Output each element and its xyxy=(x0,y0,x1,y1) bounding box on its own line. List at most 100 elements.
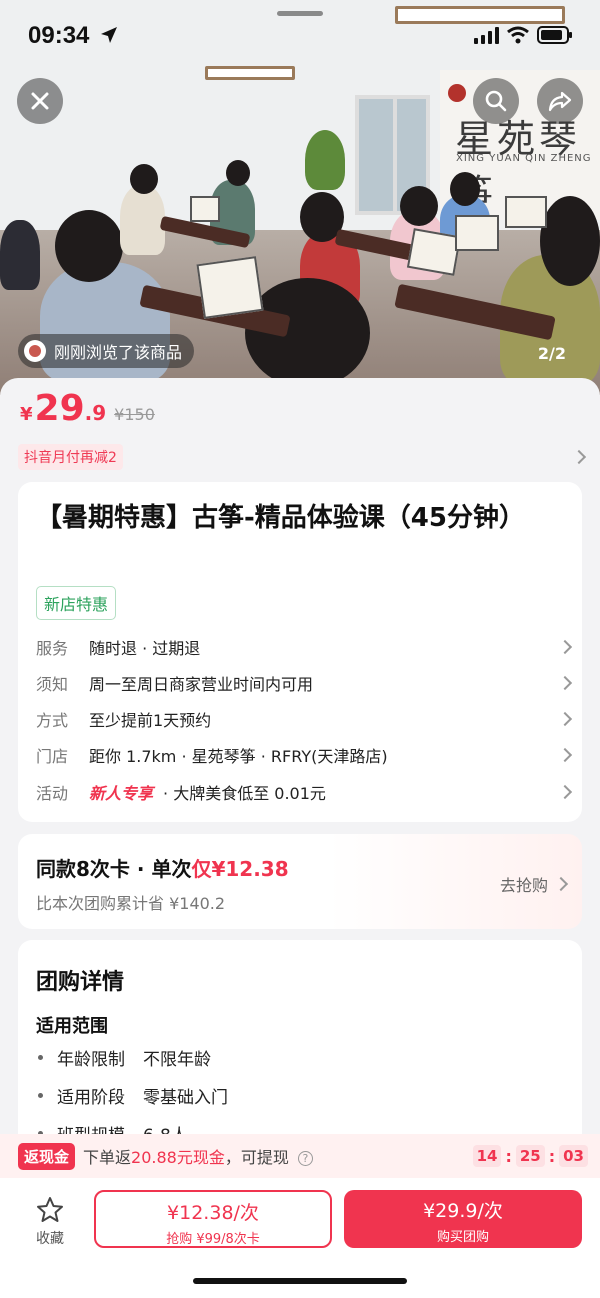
product-info-card: 【暑期特惠】古筝-精品体验课（45分钟） 新店特惠 服务 随时退 · 过期退 须… xyxy=(18,482,582,822)
info-key: 方式 xyxy=(36,711,69,730)
close-icon xyxy=(31,92,49,110)
info-row-store[interactable]: 门店 距你 1.7km · 星苑琴筝 · RFRY(天津路店) xyxy=(36,740,573,770)
student-head xyxy=(130,164,158,194)
share-button[interactable] xyxy=(537,78,583,124)
studio-logo xyxy=(448,84,466,102)
close-button[interactable] xyxy=(17,78,63,124)
music-stand xyxy=(190,196,220,222)
card-pack-go-button[interactable]: 去抢购 xyxy=(499,872,569,896)
info-row-activity[interactable]: 活动 新人专享 · 大牌美食低至 0.01元 xyxy=(36,777,573,807)
cashback-text: 下单返20.88元现金，可提现 ? xyxy=(83,1144,313,1168)
timer-separator: : xyxy=(505,1146,512,1166)
music-stand xyxy=(455,215,499,251)
buy-group-deal-button[interactable]: ¥29.9/次 购买团购 xyxy=(344,1190,582,1248)
scope-item: 年龄限制 不限年龄 xyxy=(36,1045,211,1070)
price-decimal: .9 xyxy=(84,401,107,425)
group-deal-label: 购买团购 xyxy=(436,1230,489,1245)
chevron-right-icon xyxy=(557,711,573,727)
status-bar: 09:34 xyxy=(0,0,600,70)
timer-minutes: 25 xyxy=(515,1145,545,1167)
cashback-tag: 返现金 xyxy=(18,1142,76,1170)
image-pager: 2/2 xyxy=(537,344,566,363)
card-pack-go-label: 去抢购 xyxy=(499,876,548,895)
new-shop-badge: 新店特惠 xyxy=(36,586,117,620)
battery-icon xyxy=(537,26,572,44)
music-stand xyxy=(505,196,547,228)
product-hero-image[interactable]: 星苑琴筝 XING YUAN QIN ZHENG 09:34 xyxy=(0,0,600,395)
help-icon[interactable]: ? xyxy=(297,1151,313,1166)
payment-promo-tag: 抖音月付再减2 xyxy=(18,444,123,470)
info-value: 距你 1.7km · 星苑琴筝 · RFRY(天津路店) xyxy=(89,747,388,766)
student-head xyxy=(226,160,250,186)
chevron-right-icon xyxy=(557,675,573,691)
hero-plant xyxy=(305,130,345,190)
studio-banner-subtitle: XING YUAN QIN ZHENG xyxy=(456,153,592,164)
info-row-method[interactable]: 方式 至少提前1天预约 xyxy=(36,704,573,734)
status-time: 09:34 xyxy=(28,22,90,49)
deal-details-title: 团购详情 xyxy=(36,970,125,995)
info-value: · 大牌美食低至 0.01元 xyxy=(163,784,326,803)
student-head xyxy=(400,186,438,226)
signal-icon xyxy=(474,27,499,44)
favorite-button[interactable]: 收藏 xyxy=(28,1196,72,1248)
camera-pill xyxy=(277,11,323,16)
info-value: 周一至周日商家营业时间内可用 xyxy=(89,675,314,694)
bullet-icon xyxy=(38,1093,43,1098)
student-head xyxy=(245,278,370,388)
promo-row[interactable]: 抖音月付再减2 xyxy=(18,444,587,470)
favorite-label: 收藏 xyxy=(36,1231,64,1247)
card-pack-price: ¥12.38/次 xyxy=(167,1202,259,1224)
info-row-notice[interactable]: 须知 周一至周日商家营业时间内可用 xyxy=(36,668,573,698)
timer-hours: 14 xyxy=(472,1145,502,1167)
info-key: 门店 xyxy=(36,747,69,766)
student-head xyxy=(55,210,123,282)
music-stand xyxy=(406,228,462,276)
scope-value: 零基础入门 xyxy=(143,1088,228,1108)
card-pack-savings: 比本次团购累计省 ¥140.2 xyxy=(36,894,226,913)
info-value: 至少提前1天预约 xyxy=(89,711,212,730)
student-head xyxy=(450,172,480,206)
music-stand xyxy=(196,256,264,319)
scope-value: 不限年龄 xyxy=(143,1050,211,1070)
student-head xyxy=(540,196,600,286)
card-pack-title-price: 仅¥12.38 xyxy=(191,857,289,881)
star-icon xyxy=(37,1197,63,1222)
chevron-right-icon xyxy=(553,876,569,892)
activity-highlight: 新人专享 xyxy=(89,784,154,803)
wifi-icon xyxy=(507,26,529,44)
info-key: 活动 xyxy=(36,784,69,803)
scope-item: 适用阶段 零基础入门 xyxy=(36,1083,228,1108)
buy-card-pack-button[interactable]: ¥12.38/次 抢购 ¥99/8次卡 xyxy=(94,1190,332,1248)
search-icon xyxy=(485,90,507,112)
info-value: 随时退 · 过期退 xyxy=(89,639,201,658)
student-figure xyxy=(120,185,165,255)
bullet-icon xyxy=(38,1055,43,1060)
scope-label: 年龄限制 xyxy=(57,1050,125,1070)
cashback-amount: 20.88元现金 xyxy=(131,1148,225,1167)
info-row-service[interactable]: 服务 随时退 · 过期退 xyxy=(36,632,573,662)
card-pack-title-prefix: 同款8次卡 · 单次 xyxy=(36,857,192,881)
info-key: 须知 xyxy=(36,675,69,694)
scope-subtitle: 适用范围 xyxy=(36,1016,108,1037)
price-row: ¥ 29 .9 ¥150 xyxy=(20,388,155,429)
price-integer: 29 xyxy=(34,388,85,429)
location-arrow-icon xyxy=(101,27,117,43)
card-pack-offer[interactable]: 同款8次卡 · 单次仅¥12.38 比本次团购累计省 ¥140.2 去抢购 xyxy=(18,834,582,929)
info-key: 服务 xyxy=(36,639,69,658)
recently-viewed-chip: 刚刚浏览了该商品 xyxy=(18,334,195,368)
chevron-right-icon xyxy=(557,747,573,763)
cashback-banner: 返现金 下单返20.88元现金，可提现 ? 14 : 25 : 03 xyxy=(0,1134,600,1178)
chevron-right-icon xyxy=(571,449,587,465)
recently-viewed-text: 刚刚浏览了该商品 xyxy=(54,343,183,362)
cashback-suffix: ，可提现 xyxy=(224,1148,289,1167)
student-figure xyxy=(0,220,40,290)
search-button[interactable] xyxy=(473,78,519,124)
share-icon xyxy=(548,91,572,112)
bottom-action-bar: 收藏 ¥12.38/次 抢购 ¥99/8次卡 ¥29.9/次 购买团购 xyxy=(0,1178,600,1298)
timer-separator: : xyxy=(548,1146,556,1166)
shop-avatar xyxy=(24,340,46,362)
price-currency: ¥ xyxy=(20,404,33,425)
chevron-right-icon xyxy=(557,639,573,655)
original-price: ¥150 xyxy=(114,405,155,424)
chevron-right-icon xyxy=(557,784,573,800)
